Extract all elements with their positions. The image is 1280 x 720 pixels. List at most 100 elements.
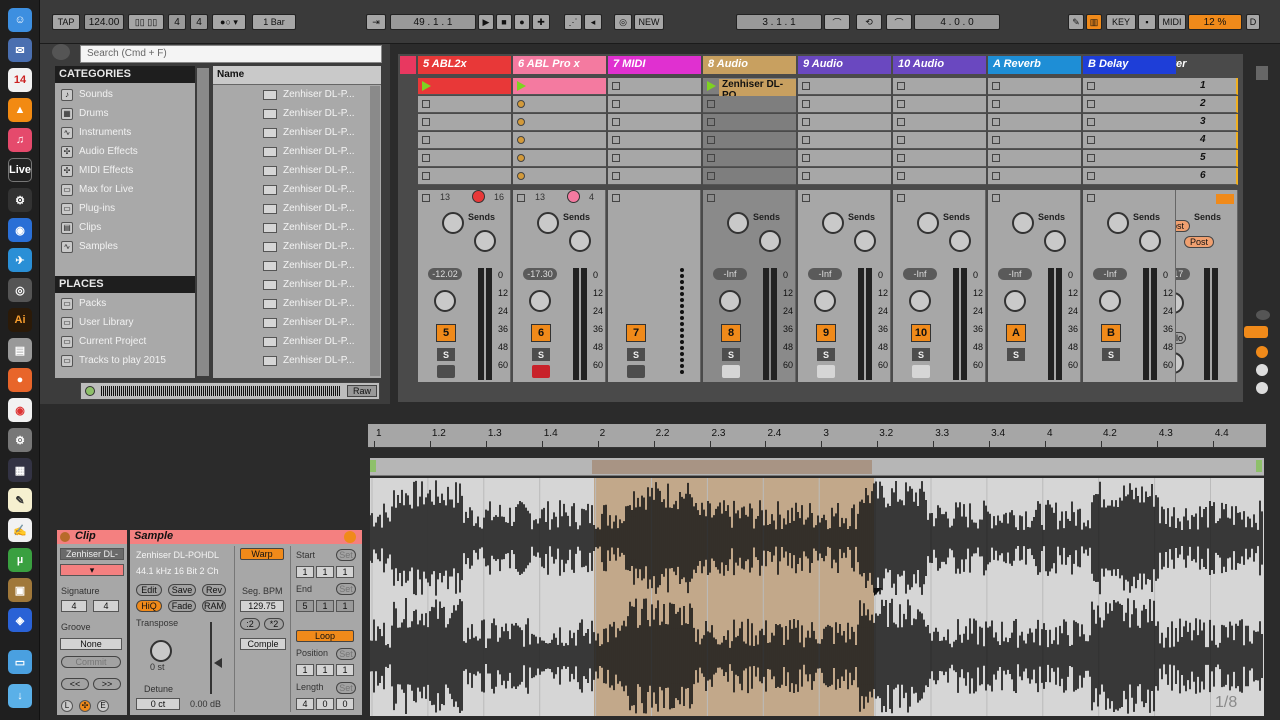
- pan-knob[interactable]: [1099, 290, 1121, 312]
- groove-select[interactable]: None: [60, 638, 122, 650]
- clip-signature-denominator[interactable]: 4: [93, 600, 119, 612]
- pan-knob[interactable]: [529, 290, 551, 312]
- clip-stop-icon[interactable]: [707, 100, 715, 108]
- clip-stop-icon[interactable]: [802, 82, 810, 90]
- detune-value[interactable]: 0 ct: [136, 698, 180, 710]
- downloads-icon[interactable]: ↓: [8, 684, 32, 708]
- metronome-button[interactable]: ●○ ▾: [212, 14, 246, 30]
- position-set-button[interactable]: Set: [336, 648, 356, 660]
- archive-icon[interactable]: ▣: [8, 578, 32, 602]
- solo-button[interactable]: S: [627, 348, 645, 361]
- delay-toggle-icon[interactable]: [1256, 364, 1268, 376]
- clip-slot[interactable]: [513, 78, 606, 95]
- track-activator-button[interactable]: 9: [816, 324, 836, 342]
- track-stop-icon[interactable]: [897, 194, 905, 202]
- clip-slot[interactable]: [988, 150, 1081, 167]
- track-header[interactable]: 6 ABL Pro x: [513, 56, 606, 74]
- category-drums[interactable]: ▦ Drums: [55, 104, 195, 123]
- track-stop-icon[interactable]: [992, 194, 1000, 202]
- volume-value[interactable]: -17.30: [523, 268, 557, 280]
- seg-bpm-field[interactable]: 129.75: [240, 600, 284, 612]
- volume-value[interactable]: -Inf: [1093, 268, 1127, 280]
- new-button[interactable]: NEW: [634, 14, 664, 30]
- end-bar[interactable]: 5: [296, 600, 314, 612]
- track-stop-icon[interactable]: [707, 194, 715, 202]
- end-sixteenth[interactable]: 1: [336, 600, 354, 612]
- arm-button[interactable]: [722, 365, 740, 378]
- clip-slot[interactable]: [513, 96, 606, 113]
- file-list-item[interactable]: Zenhiser DL-P...: [263, 123, 381, 142]
- clip-slot[interactable]: [893, 96, 986, 113]
- folder-icon[interactable]: ▭: [8, 650, 32, 674]
- automation-arm-icon[interactable]: ⋰: [564, 14, 582, 30]
- send-a-knob[interactable]: [537, 212, 559, 234]
- song-position-field[interactable]: 49 . 1 . 1: [390, 14, 476, 30]
- clip-stop-icon[interactable]: [422, 100, 430, 108]
- clip-stop-icon[interactable]: [802, 154, 810, 162]
- clip-slot[interactable]: [703, 132, 796, 149]
- clip-slot[interactable]: [418, 150, 511, 167]
- place-packs[interactable]: ▭ Packs: [55, 294, 195, 313]
- edit-button[interactable]: Edit: [136, 584, 162, 596]
- clip-stop-icon[interactable]: [992, 82, 1000, 90]
- clip-stop-icon[interactable]: [707, 118, 715, 126]
- position-bar[interactable]: 1: [296, 664, 314, 676]
- clip-slot[interactable]: [1083, 96, 1176, 113]
- pan-knob[interactable]: [1004, 290, 1026, 312]
- io-icon[interactable]: [1256, 310, 1270, 320]
- track-header[interactable]: A Reverb: [988, 56, 1081, 74]
- start-bar[interactable]: 1: [296, 566, 314, 578]
- clip-stop-icon[interactable]: [802, 172, 810, 180]
- finder-icon[interactable]: ☺: [8, 8, 32, 32]
- clip-slot[interactable]: [418, 132, 511, 149]
- double-tempo-button[interactable]: *2: [264, 618, 284, 630]
- arm-button[interactable]: [912, 365, 930, 378]
- track-header[interactable]: 8 Audio: [703, 56, 796, 74]
- send-a-knob[interactable]: [727, 212, 749, 234]
- place-tracks-to-play[interactable]: ▭ Tracks to play 2015: [55, 351, 195, 370]
- reverse-button[interactable]: Rev: [202, 584, 226, 596]
- clip-stop-icon[interactable]: [897, 172, 905, 180]
- nudge-forward-button[interactable]: >>: [93, 678, 121, 690]
- track-header[interactable]: 5 ABL2x: [418, 56, 511, 74]
- category-clips[interactable]: ▤ Clips: [55, 218, 195, 237]
- search-input[interactable]: Search (Cmd + F): [80, 45, 382, 63]
- length-beat[interactable]: 0: [316, 698, 334, 710]
- hot-swap-icon[interactable]: [344, 531, 356, 543]
- clip-slot[interactable]: [988, 114, 1081, 131]
- tap-button[interactable]: TAP: [52, 14, 80, 30]
- send-b-knob[interactable]: [759, 230, 781, 252]
- send-a-knob[interactable]: [822, 212, 844, 234]
- arm-button[interactable]: [437, 365, 455, 378]
- track-stop-icon[interactable]: [612, 194, 620, 202]
- clip-slot[interactable]: [1083, 132, 1176, 149]
- clip-slot[interactable]: [798, 78, 891, 95]
- file-list-item[interactable]: Zenhiser DL-P...: [263, 104, 381, 123]
- clip-play-icon[interactable]: [422, 81, 431, 91]
- clip-slot[interactable]: [798, 150, 891, 167]
- clip-stop-icon[interactable]: [897, 82, 905, 90]
- loop-length-field[interactable]: 4 . 0 . 0: [914, 14, 1000, 30]
- send-b-knob[interactable]: [949, 230, 971, 252]
- place-user-library[interactable]: ▭ User Library: [55, 313, 195, 332]
- envelope-toggle-icon[interactable]: E: [97, 700, 109, 712]
- category-instruments[interactable]: ∿ Instruments: [55, 123, 195, 142]
- file-list-item[interactable]: Zenhiser DL-P...: [263, 180, 381, 199]
- notes-icon[interactable]: ✎: [8, 488, 32, 512]
- chrome-icon[interactable]: ◉: [8, 398, 32, 422]
- track-activator-button[interactable]: 7: [626, 324, 646, 342]
- send-a-knob[interactable]: [917, 212, 939, 234]
- clip-slot[interactable]: [608, 114, 701, 131]
- computer-midi-keyboard-icon[interactable]: ▥: [1086, 14, 1102, 30]
- file-list-item[interactable]: Zenhiser DL-P...: [263, 275, 381, 294]
- clip-slot[interactable]: [513, 168, 606, 185]
- length-set-button[interactable]: Set: [336, 682, 356, 694]
- clip-slot[interactable]: [1083, 78, 1176, 95]
- torrent-icon[interactable]: µ: [8, 548, 32, 572]
- file-list-item[interactable]: Zenhiser DL-P...: [263, 332, 381, 351]
- clip-stop-icon[interactable]: [422, 136, 430, 144]
- launch-toggle-icon[interactable]: L: [61, 700, 73, 712]
- ableton-live-icon[interactable]: Live: [8, 158, 32, 182]
- fade-button[interactable]: Fade: [168, 600, 196, 612]
- track-header[interactable]: B Delay: [1083, 56, 1176, 74]
